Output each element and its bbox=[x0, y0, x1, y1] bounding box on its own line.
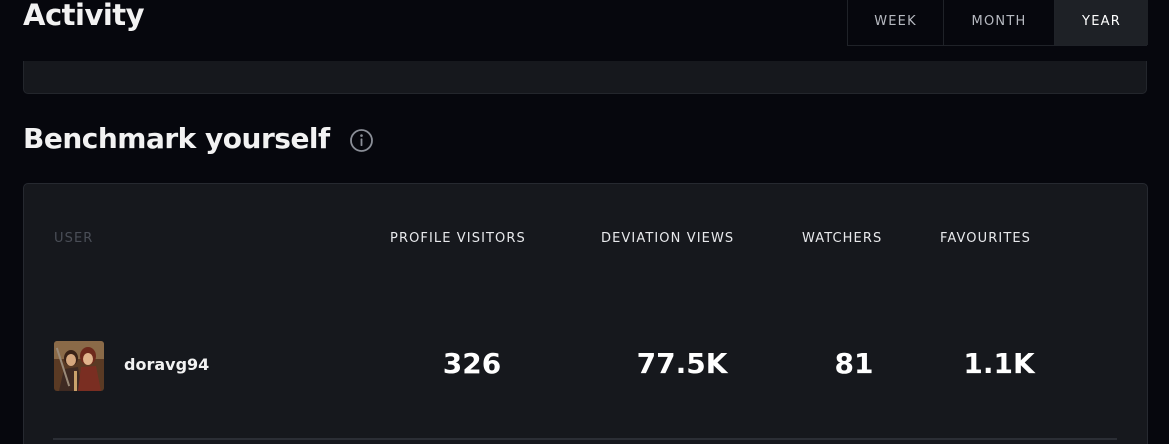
username-link[interactable]: doravg94 bbox=[124, 355, 209, 374]
stat-watchers: 81 bbox=[834, 347, 874, 380]
stat-deviation-views: 77.5K bbox=[636, 347, 728, 380]
stat-favourites: 1.1K bbox=[963, 347, 1035, 380]
page: Activity WEEK MONTH YEAR Benchmark yours… bbox=[0, 0, 1169, 444]
info-icon[interactable] bbox=[349, 128, 374, 153]
activity-title: Activity bbox=[23, 0, 145, 32]
stat-profile-visitors: 326 bbox=[442, 347, 502, 380]
avatar[interactable] bbox=[54, 341, 104, 391]
benchmark-title: Benchmark yourself bbox=[23, 122, 330, 155]
period-tabs: WEEK MONTH YEAR bbox=[847, 0, 1148, 46]
column-header-profile-visitors: PROFILE VISITORS bbox=[390, 231, 526, 246]
column-header-user: USER bbox=[54, 231, 94, 246]
row-divider bbox=[53, 438, 1117, 440]
benchmark-card bbox=[23, 183, 1148, 444]
tab-week[interactable]: WEEK bbox=[848, 0, 944, 45]
tab-month[interactable]: MONTH bbox=[944, 0, 1055, 45]
activity-panel bbox=[23, 61, 1147, 94]
tab-year[interactable]: YEAR bbox=[1055, 0, 1148, 45]
column-header-favourites: FAVOURITES bbox=[940, 231, 1032, 246]
column-header-deviation-views: DEVIATION VIEWS bbox=[601, 231, 735, 246]
column-header-watchers: WATCHERS bbox=[802, 231, 883, 246]
